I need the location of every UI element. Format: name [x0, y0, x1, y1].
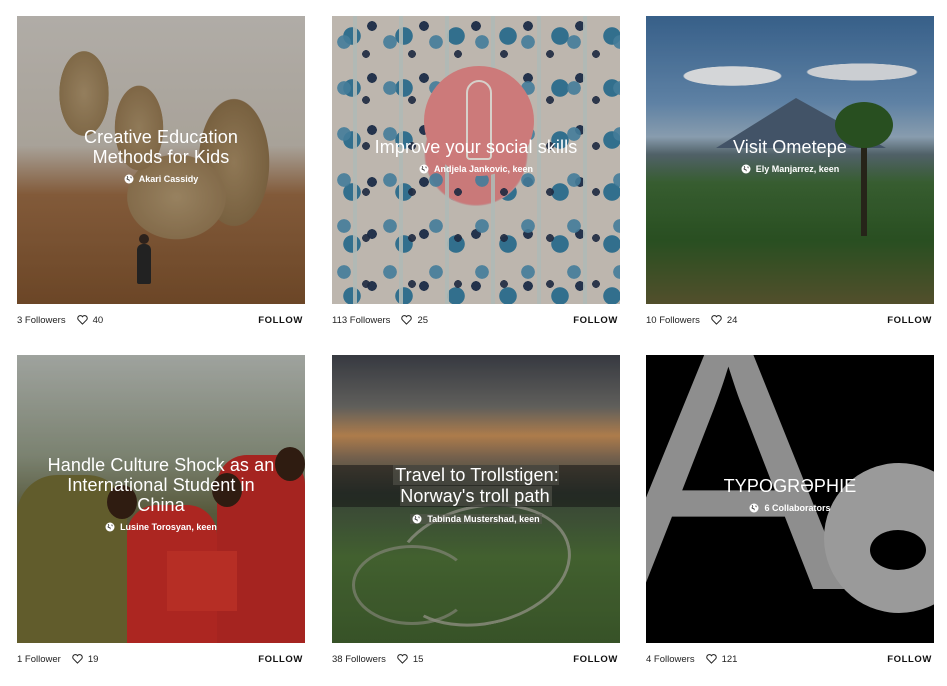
- heart-icon[interactable]: [705, 654, 717, 664]
- likes-count: 25: [417, 314, 429, 326]
- globe-icon: [124, 174, 134, 184]
- likes-count: 19: [87, 653, 99, 665]
- card-title[interactable]: Visit Ometepe: [646, 137, 934, 157]
- collection-card: A TYPOGRƏPHIE 6 Collaborators 4 Follower…: [646, 355, 934, 673]
- globe-icon: [749, 503, 759, 513]
- card-meta: 113 Followers 25 FOLLOW: [332, 304, 620, 334]
- globe-icon: [741, 164, 751, 174]
- collection-card: Improve your social skills Andjela Janko…: [332, 16, 620, 334]
- byline-text: Akari Cassidy: [138, 174, 199, 184]
- card-image-link[interactable]: Visit Ometepe Ely Manjarrez, keen: [646, 16, 934, 304]
- likes-count: 40: [92, 314, 104, 326]
- card-meta: 10 Followers 24 FOLLOW: [646, 304, 934, 334]
- card-byline[interactable]: Andjela Jankovic, keen: [332, 164, 620, 174]
- card-meta: 1 Follower 19 FOLLOW: [17, 643, 305, 673]
- followers-count: 3 Followers: [17, 314, 66, 326]
- follow-button[interactable]: FOLLOW: [258, 315, 303, 326]
- card-byline[interactable]: Tabinda Mustershad, keen: [332, 514, 620, 524]
- byline-text: Andjela Jankovic, keen: [433, 164, 534, 174]
- card-title[interactable]: Handle Culture Shock as an International…: [17, 455, 305, 515]
- card-meta: 3 Followers 40 FOLLOW: [17, 304, 305, 334]
- byline-text: Lusine Torosyan, keen: [120, 522, 217, 532]
- likes-count: 15: [412, 653, 424, 665]
- card-byline[interactable]: Ely Manjarrez, keen: [646, 164, 934, 174]
- byline-text: Ely Manjarrez, keen: [755, 164, 840, 174]
- globe-icon: [419, 164, 429, 174]
- card-overlay: Improve your social skills Andjela Janko…: [332, 137, 620, 174]
- follow-button[interactable]: FOLLOW: [258, 654, 303, 665]
- card-overlay: Visit Ometepe Ely Manjarrez, keen: [646, 137, 934, 174]
- followers-count: 38 Followers: [332, 653, 386, 665]
- follow-button[interactable]: FOLLOW: [887, 315, 932, 326]
- collection-card: Handle Culture Shock as an International…: [17, 355, 305, 673]
- heart-icon[interactable]: [76, 315, 88, 325]
- follow-button[interactable]: FOLLOW: [887, 654, 932, 665]
- likes-count: 24: [726, 314, 738, 326]
- byline-text: 6 Collaborators: [764, 503, 831, 513]
- followers-count: 113 Followers: [332, 314, 391, 326]
- heart-icon[interactable]: [397, 654, 408, 664]
- card-meta: 38 Followers 15 FOLLOW: [332, 643, 620, 673]
- heart-icon[interactable]: [401, 315, 413, 325]
- card-title[interactable]: Improve your social skills: [332, 137, 620, 157]
- card-title[interactable]: Travel to Trollstigen: Norway's troll pa…: [393, 465, 559, 506]
- card-image-link[interactable]: Creative Education Methods for Kids Akar…: [17, 16, 305, 304]
- card-meta: 4 Followers 121 FOLLOW: [646, 643, 934, 673]
- card-title[interactable]: TYPOGRƏPHIE: [646, 476, 934, 496]
- globe-icon: [412, 514, 422, 524]
- card-overlay: Handle Culture Shock as an International…: [17, 455, 305, 532]
- byline-text: Tabinda Mustershad, keen: [427, 514, 540, 524]
- card-byline[interactable]: Lusine Torosyan, keen: [17, 522, 305, 532]
- card-overlay: TYPOGRƏPHIE 6 Collaborators: [646, 476, 934, 513]
- card-title[interactable]: Creative Education Methods for Kids: [17, 127, 305, 167]
- heart-icon[interactable]: [72, 654, 83, 664]
- card-byline[interactable]: 6 Collaborators: [646, 503, 934, 513]
- card-image-link[interactable]: Handle Culture Shock as an International…: [17, 355, 305, 643]
- card-overlay: Travel to Trollstigen: Norway's troll pa…: [332, 465, 620, 524]
- globe-icon: [105, 522, 115, 532]
- collection-card: Visit Ometepe Ely Manjarrez, keen 10 Fol…: [646, 16, 934, 334]
- followers-count: 10 Followers: [646, 314, 700, 326]
- card-image-link[interactable]: Improve your social skills Andjela Janko…: [332, 16, 620, 304]
- card-byline[interactable]: Akari Cassidy: [17, 174, 305, 184]
- card-overlay: Creative Education Methods for Kids Akar…: [17, 127, 305, 184]
- collection-card: Travel to Trollstigen: Norway's troll pa…: [332, 355, 620, 673]
- follow-button[interactable]: FOLLOW: [573, 654, 618, 665]
- card-image-link[interactable]: A TYPOGRƏPHIE 6 Collaborators: [646, 355, 934, 643]
- collection-card: Creative Education Methods for Kids Akar…: [17, 16, 305, 334]
- followers-count: 4 Followers: [646, 653, 695, 665]
- heart-icon[interactable]: [711, 315, 722, 325]
- likes-count: 121: [721, 653, 738, 665]
- card-image-link[interactable]: Travel to Trollstigen: Norway's troll pa…: [332, 355, 620, 643]
- followers-count: 1 Follower: [17, 653, 61, 665]
- follow-button[interactable]: FOLLOW: [573, 315, 618, 326]
